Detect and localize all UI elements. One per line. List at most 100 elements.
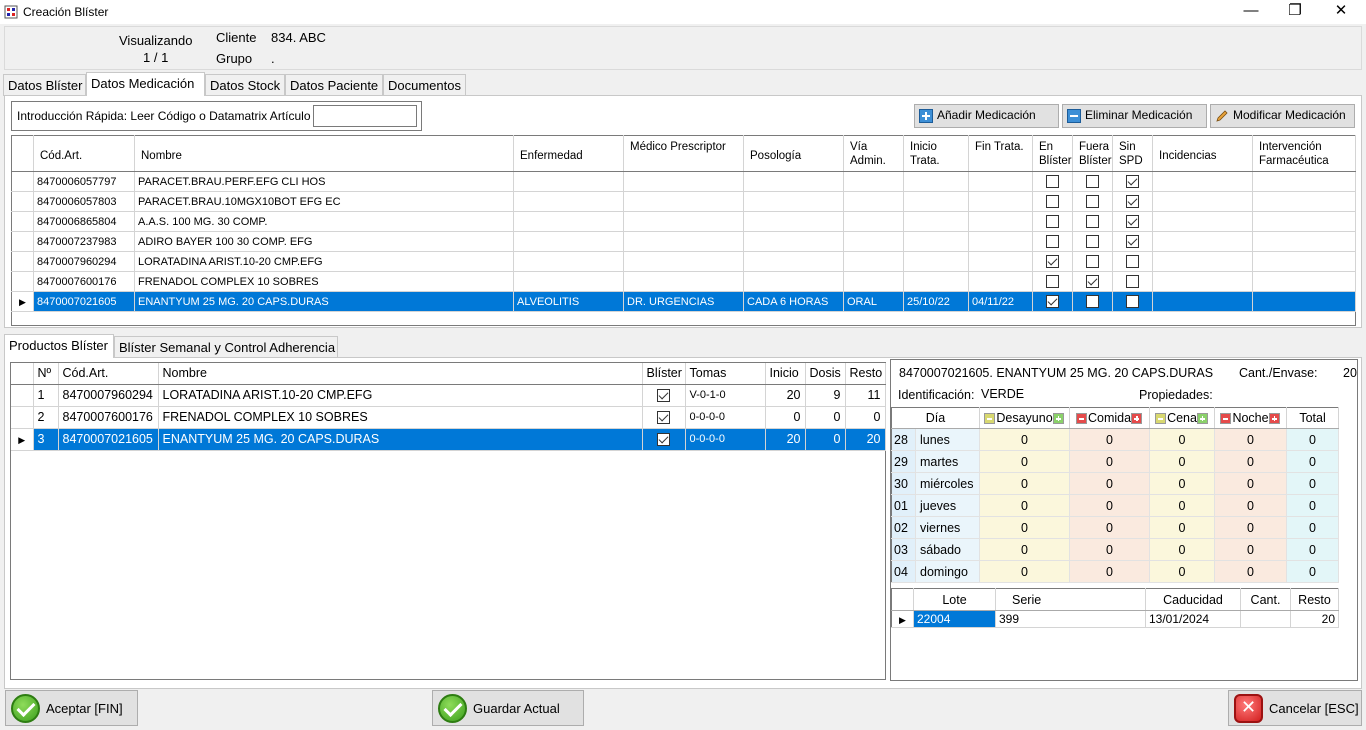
col-inicio[interactable]: Inicio Trata. xyxy=(903,135,969,172)
desayuno-minus-icon[interactable] xyxy=(984,413,996,425)
tab-productos-blister[interactable]: Productos Blíster xyxy=(4,334,114,358)
cena-plus-icon[interactable] xyxy=(1196,413,1208,425)
cell-dose[interactable]: 0 xyxy=(1069,516,1151,539)
sin-spd-checkbox[interactable] xyxy=(1126,175,1139,188)
fuera-blister-checkbox[interactable] xyxy=(1086,295,1099,308)
fuera-blister-checkbox[interactable] xyxy=(1086,235,1099,248)
cena-minus-icon[interactable] xyxy=(1155,413,1167,425)
noche-minus-icon[interactable] xyxy=(1220,413,1232,425)
tab-datos-medicacion[interactable]: Datos Medicación xyxy=(86,72,205,96)
modify-medication-button[interactable]: Modificar Medicación xyxy=(1210,104,1355,128)
close-button[interactable]: ✕ xyxy=(1318,0,1364,24)
medication-row[interactable]: 8470006865804 A.A.S. 100 MG. 30 COMP. xyxy=(11,211,1356,232)
cell-dose[interactable]: 0 xyxy=(1286,450,1340,473)
col-serie[interactable]: Serie xyxy=(995,588,1146,611)
en-blister-checkbox[interactable] xyxy=(1046,255,1059,268)
col-inicio[interactable]: Inicio xyxy=(765,363,806,385)
sin-spd-checkbox[interactable] xyxy=(1126,295,1139,308)
cell-dose[interactable]: 0 xyxy=(1214,494,1288,517)
cell-dose[interactable]: 0 xyxy=(1069,494,1151,517)
sin-spd-checkbox[interactable] xyxy=(1126,215,1139,228)
tab-datos-blister[interactable]: Datos Blíster xyxy=(3,74,86,96)
en-blister-checkbox[interactable] xyxy=(1046,215,1059,228)
col-en-blister[interactable]: En Blíster xyxy=(1032,135,1073,172)
product-row[interactable]: ▶ 3 8470007021605 ENANTYUM 25 MG. 20 CAPS.D… xyxy=(11,428,886,451)
en-blister-checkbox[interactable] xyxy=(1046,275,1059,288)
col-lote[interactable]: Lote xyxy=(913,588,996,611)
blister-checkbox[interactable] xyxy=(657,433,670,447)
cell-dose[interactable]: 0 xyxy=(1149,472,1216,495)
sin-spd-checkbox[interactable] xyxy=(1126,235,1139,248)
col-n[interactable]: Nº xyxy=(33,363,59,385)
quick-entry-input[interactable] xyxy=(313,105,417,127)
cell-dose[interactable]: 0 xyxy=(1069,472,1151,495)
col-nombre[interactable]: Nombre xyxy=(158,363,643,385)
col-via[interactable]: Vía Admin. xyxy=(843,135,904,172)
desayuno-plus-icon[interactable] xyxy=(1052,413,1064,425)
col-medico[interactable]: Médico Prescriptor xyxy=(623,135,744,172)
cell-dose[interactable]: 0 xyxy=(1214,560,1288,583)
cell-dose[interactable]: 0 xyxy=(1214,428,1288,451)
cell-dose[interactable]: 0 xyxy=(1149,560,1216,583)
cell-dose[interactable]: 0 xyxy=(979,516,1071,539)
cell-dose[interactable]: 0 xyxy=(1286,428,1340,451)
cancel-button[interactable]: Cancelar [ESC] xyxy=(1228,690,1362,726)
cell-dose[interactable]: 0 xyxy=(1286,516,1340,539)
tab-documentos[interactable]: Documentos xyxy=(383,74,466,96)
cell-dose[interactable]: 0 xyxy=(1149,538,1216,561)
fuera-blister-checkbox[interactable] xyxy=(1086,175,1099,188)
medication-row[interactable]: 8470007600176 FRENADOL COMPLEX 10 SOBRES xyxy=(11,271,1356,292)
medication-row[interactable]: ▶ 8470007021605 ENANTYUM 25 MG. 20 CAPS.DU… xyxy=(11,291,1356,312)
col-enfermedad[interactable]: Enfermedad xyxy=(513,135,624,172)
accept-button[interactable]: Aceptar [FIN] xyxy=(5,690,138,726)
col-intervencion[interactable]: Intervención Farmacéutica xyxy=(1252,135,1356,172)
medication-row[interactable]: 8470007237983 ADIRO BAYER 100 30 COMP. EF… xyxy=(11,231,1356,252)
cell-dose[interactable]: 0 xyxy=(979,472,1071,495)
tab-datos-paciente[interactable]: Datos Paciente xyxy=(285,74,383,96)
noche-plus-icon[interactable] xyxy=(1268,413,1280,425)
cell-dose[interactable]: 0 xyxy=(979,560,1071,583)
col-posologia[interactable]: Posología xyxy=(743,135,844,172)
col-cod-art[interactable]: Cód.Art. xyxy=(58,363,159,385)
cell-dose[interactable]: 0 xyxy=(1069,560,1151,583)
fuera-blister-checkbox[interactable] xyxy=(1086,255,1099,268)
product-row[interactable]: 1 8470007960294 LORATADINA ARIST.10-20 CMP… xyxy=(11,384,886,407)
col-dosis[interactable]: Dosis xyxy=(805,363,846,385)
cell-dose[interactable]: 0 xyxy=(1069,428,1151,451)
cell-dose[interactable]: 0 xyxy=(1214,450,1288,473)
col-fuera-blister[interactable]: Fuera Blíster xyxy=(1072,135,1113,172)
en-blister-checkbox[interactable] xyxy=(1046,195,1059,208)
cell-dose[interactable]: 0 xyxy=(1149,516,1216,539)
medication-row[interactable]: 8470007960294 LORATADINA ARIST.10-20 CMP.… xyxy=(11,251,1356,272)
restore-button[interactable]: ❐ xyxy=(1272,0,1318,24)
sin-spd-checkbox[interactable] xyxy=(1126,275,1139,288)
col-incidencias[interactable]: Incidencias xyxy=(1152,135,1253,172)
cell-dose[interactable]: 0 xyxy=(1214,516,1288,539)
col-tomas[interactable]: Tomas xyxy=(685,363,766,385)
medication-row[interactable]: 8470006057797 PARACET.BRAU.PERF.EFG CLI H… xyxy=(11,171,1356,192)
col-cant[interactable]: Cant. xyxy=(1240,588,1291,611)
cell-dose[interactable]: 0 xyxy=(979,538,1071,561)
cell-dose[interactable]: 0 xyxy=(1286,560,1340,583)
col-cod-art[interactable]: Cód.Art. xyxy=(33,135,135,172)
en-blister-checkbox[interactable] xyxy=(1046,295,1059,308)
add-medication-button[interactable]: Añadir Medicación xyxy=(914,104,1059,128)
minimize-button[interactable]: — xyxy=(1228,0,1274,24)
cell-dose[interactable]: 0 xyxy=(979,428,1071,451)
cell-dose[interactable]: 0 xyxy=(979,450,1071,473)
blister-checkbox[interactable] xyxy=(657,389,670,403)
tab-datos-stock[interactable]: Datos Stock xyxy=(205,74,285,96)
col-caducidad[interactable]: Caducidad xyxy=(1145,588,1241,611)
col-blister[interactable]: Blíster xyxy=(642,363,686,385)
col-resto[interactable]: Resto xyxy=(845,363,886,385)
blister-checkbox[interactable] xyxy=(657,411,670,425)
col-nombre[interactable]: Nombre xyxy=(134,135,514,172)
cell-dose[interactable]: 0 xyxy=(1149,494,1216,517)
col-resto[interactable]: Resto xyxy=(1290,588,1339,611)
product-row[interactable]: 2 8470007600176 FRENADOL COMPLEX 10 SOBRES… xyxy=(11,406,886,429)
comida-minus-icon[interactable] xyxy=(1075,413,1087,425)
tab-blister-semanal[interactable]: Blíster Semanal y Control Adherencia xyxy=(114,336,338,358)
en-blister-checkbox[interactable] xyxy=(1046,175,1059,188)
cell-dose[interactable]: 0 xyxy=(1069,538,1151,561)
cell-dose[interactable]: 0 xyxy=(1286,472,1340,495)
